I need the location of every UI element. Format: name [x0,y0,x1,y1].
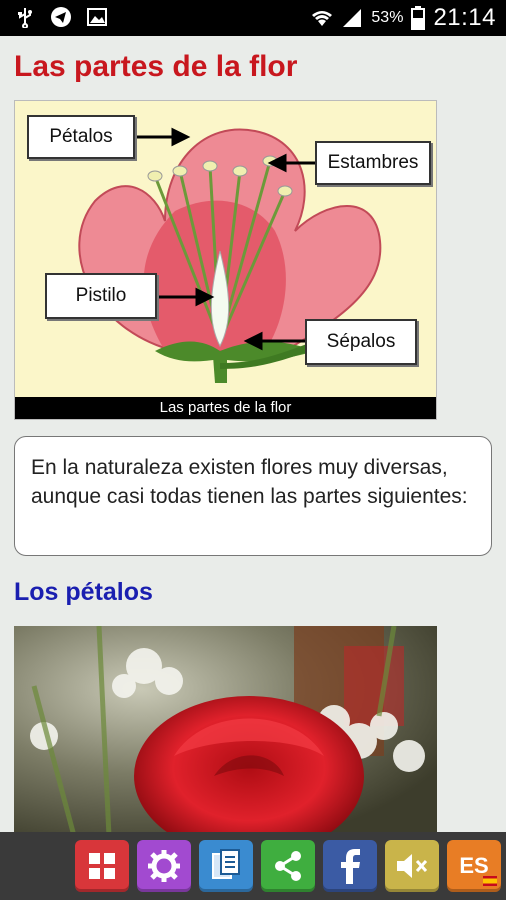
label-stamens: Estambres [315,141,431,185]
spain-flag-icon [483,876,497,886]
intro-text-card: En la naturaleza existen flores muy dive… [14,436,492,556]
share-icon [275,851,301,881]
section-title-petals: Los pétalos [14,578,153,606]
facebook-icon [341,849,360,884]
speaker-mute-icon [397,854,428,878]
intro-text: En la naturaleza existen flores muy dive… [31,456,468,508]
copy-button[interactable] [199,840,253,892]
clock: 21:14 [433,4,496,31]
grid-icon [89,853,115,879]
figure-caption: Las partes de la flor [15,397,436,419]
facebook-button[interactable] [323,840,377,892]
rose-photo [14,626,437,832]
settings-button[interactable] [137,840,191,892]
page-title: Las partes de la flor [14,50,298,83]
usb-icon [18,8,32,28]
label-pistil: Pistilo [45,273,157,319]
signal-icon [343,9,362,27]
content-area[interactable]: Las partes de la flor Pétalos Estambres … [0,36,506,832]
label-sepals: Sépalos [305,319,417,365]
label-petals: Pétalos [27,115,135,159]
sound-off-button[interactable] [385,840,439,892]
battery-icon [411,6,426,30]
status-bar: 53% 21:14 [0,0,506,36]
image-icon [87,8,107,26]
grid-menu-button[interactable] [75,840,129,892]
flower-diagram: Pétalos Estambres Pistilo Sépalos Las pa… [14,100,437,420]
share-button[interactable] [261,840,315,892]
gear-icon [148,850,180,882]
copy-icon [212,849,240,879]
wifi-icon [312,11,333,26]
language-button[interactable]: ES [447,840,501,892]
telegram-icon [51,7,71,27]
battery-percent: 53% [371,9,404,26]
bottom-toolbar: ES [0,832,506,900]
